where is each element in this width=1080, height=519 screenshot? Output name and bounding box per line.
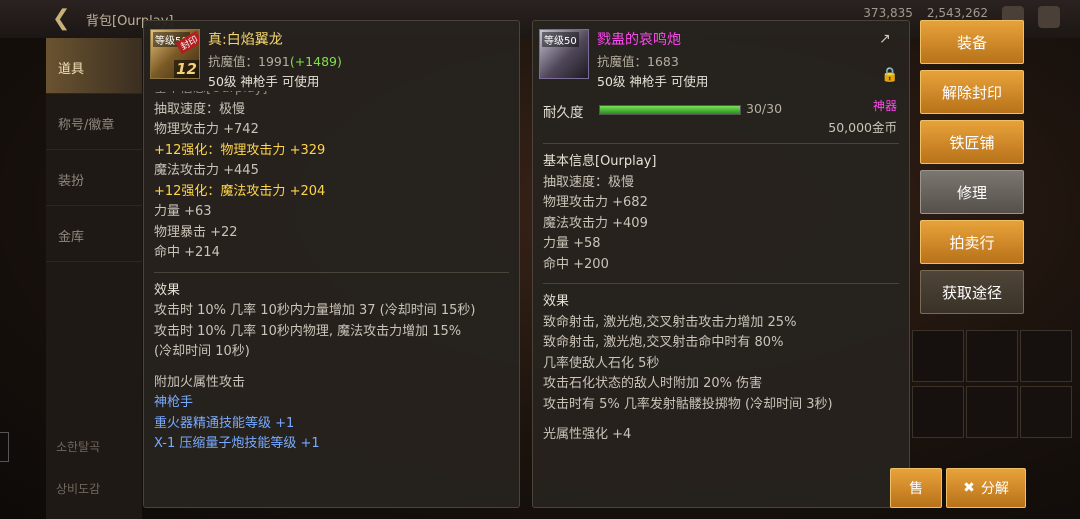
action-menu: 装备 解除封印 铁匠铺 修理 拍卖行 获取途径 <box>920 20 1024 320</box>
section-header-cut: 基本信息[Ourplay] <box>154 91 509 100</box>
obtain-source-button[interactable]: 获取途径 <box>920 270 1024 314</box>
inventory-slot[interactable] <box>966 330 1018 382</box>
durability-value: 30/30 <box>746 101 783 116</box>
durability-bar <box>599 105 741 115</box>
share-icon[interactable]: ↗ <box>879 31 891 47</box>
effect-title: 效果 <box>543 294 570 309</box>
tab-items[interactable]: 道具 <box>46 38 142 94</box>
effect-line: 攻击时有 5% 几率发射骷髅投掷物 (冷却时间 3秒) <box>543 396 833 412</box>
weapon-icon: 等级50 封印 12 <box>150 29 200 79</box>
stat-line-enhance: +12强化：物理攻击力 +329 <box>154 142 326 158</box>
sidebar-row-1[interactable]: 소한탈곡 <box>56 438 100 455</box>
effect-line: 致命射击, 激光炮,交叉射击命中时有 80% <box>543 335 784 350</box>
rarity-label: 神器 <box>872 99 897 113</box>
effect-line: 攻击时 10% 几率 10秒内物理, 魔法攻击力增加 15% <box>154 323 462 339</box>
auction-button[interactable]: 拍卖行 <box>920 220 1024 264</box>
settings-icon[interactable] <box>1038 6 1060 28</box>
equip-button[interactable]: 装备 <box>920 20 1024 64</box>
stat-line: 魔法攻击力 +409 <box>543 215 648 231</box>
item-name: 戮蛊的哀鸣炮 <box>597 32 681 48</box>
decompose-label: 分解 <box>980 481 1009 497</box>
inventory-slot[interactable] <box>912 386 964 438</box>
stat-line: 力量 +63 <box>154 204 212 219</box>
tab-avatar[interactable]: 装扮 <box>46 150 142 206</box>
effect-line: 攻击石化状态的敌人时附加 20% 伤害 <box>543 376 763 391</box>
item-name: 真:白焰翼龙 <box>208 32 283 48</box>
inventory-slot[interactable] <box>912 330 964 382</box>
item-details-scroll[interactable]: 基本信息[Ourplay] 抽取速度：极慢 物理攻击力 +682 魔法攻击力 +… <box>543 143 899 499</box>
resist-value: 抗魔值：1683 <box>597 54 679 69</box>
stat-line: 物理攻击力 +742 <box>154 122 259 137</box>
inventory-slot[interactable] <box>1020 330 1072 382</box>
item-header: 等级50 戮蛊的哀鸣炮 抗魔值：1683 50级 神枪手 可使用 ↗ 🔒 <box>539 29 899 91</box>
stat-line: 命中 +214 <box>154 245 220 260</box>
weapon-icon: 等级50 <box>539 29 589 79</box>
durability-row: 耐久度 30/30 神器 50,000金币 <box>543 99 903 145</box>
inventory-slot[interactable] <box>1020 386 1072 438</box>
resist-value: 抗魔值：1991(+1489) <box>208 51 342 70</box>
stat-line: 魔法攻击力 +445 <box>154 163 259 178</box>
stat-line: 物理攻击力 +682 <box>543 195 648 210</box>
inventory-slot[interactable] <box>966 386 1018 438</box>
divider <box>154 271 509 273</box>
lock-icon[interactable]: 🔒 <box>881 67 898 83</box>
stat-line: 命中 +200 <box>543 256 609 272</box>
repair-button[interactable]: 修理 <box>920 170 1024 214</box>
resist-label: 抗魔值：1991 <box>208 54 290 69</box>
stats-list: 抽取速度：极慢 物理攻击力 +742 +12强化：物理攻击力 +329 魔法攻击… <box>154 100 509 264</box>
class-name: 神枪手 <box>154 395 194 410</box>
item-requirement: 50级 神枪手 可使用 <box>208 74 320 89</box>
level-tag: 等级50 <box>542 32 579 47</box>
sell-label: 售 <box>909 481 923 497</box>
effect-line: 几率使敌人石化 5秒 <box>543 355 660 371</box>
skill-bonus: 重火器精通技能等级 +1 <box>154 415 295 431</box>
stat-line-enhance: +12强化：魔法攻击力 +204 <box>154 183 326 199</box>
blacksmith-button[interactable]: 铁匠铺 <box>920 120 1024 164</box>
durability-label: 耐久度 <box>543 105 584 121</box>
stat-line: 抽取速度：极慢 <box>154 101 246 117</box>
item-requirement: 50级 神枪手 可使用 <box>597 74 709 89</box>
item-header: 等级50 封印 12 真:白焰翼龙 抗魔值：1991(+1489) 50级 神枪… <box>150 29 510 91</box>
inventory-sidebar: 道具 称号/徽章 装扮 金库 소한탈곡 상비도감 <box>46 38 142 519</box>
unseal-button[interactable]: 解除封印 <box>920 70 1024 114</box>
enhance-badge: 12 <box>174 60 199 78</box>
effect-title: 效果 <box>154 282 181 298</box>
stat-line: 物理暴击 +22 <box>154 224 238 240</box>
sell-price: 50,000金币 <box>828 120 897 135</box>
effect-line: 攻击时 10% 几率 10秒内力量增加 37 (冷却时间 15秒) <box>154 303 476 318</box>
effect-line: 致命射击, 激光炮,交叉射击攻击力增加 25% <box>543 314 797 330</box>
divider <box>543 143 899 144</box>
tab-titles[interactable]: 称号/徽章 <box>46 94 142 150</box>
sidebar-row-2[interactable]: 상비도감 <box>56 480 100 497</box>
tab-vault[interactable]: 金库 <box>46 206 142 262</box>
back-arrow-icon[interactable]: ❮ <box>52 7 76 31</box>
decompose-icon: ✖ <box>963 480 975 496</box>
decompose-button[interactable]: ✖ 分解 <box>946 468 1026 508</box>
sell-button[interactable]: 售 <box>890 468 942 508</box>
selected-item-tooltip: 等级50 戮蛊的哀鸣炮 抗魔值：1683 50级 神枪手 可使用 ↗ 🔒 耐久度… <box>532 20 910 508</box>
resist-bonus: (+1489) <box>289 54 342 69</box>
equipped-item-tooltip: 等级50 封印 12 真:白焰翼龙 抗魔值：1991(+1489) 50级 神枪… <box>143 20 520 508</box>
item-details-scroll[interactable]: 基本信息[Ourplay] 抽取速度：极慢 物理攻击力 +742 +12强化：物… <box>154 91 509 499</box>
stat-line: 力量 +58 <box>543 236 601 251</box>
element-enhance: 光属性强化 +4 <box>543 427 632 442</box>
durability-fill <box>600 106 740 114</box>
skill-bonus: X-1 压缩量子炮技能等级 +1 <box>154 436 320 451</box>
stat-line: 抽取速度：极慢 <box>543 174 635 190</box>
basic-info-title: 基本信息[Ourplay] <box>543 154 657 169</box>
divider <box>543 283 899 284</box>
element-attack: 附加火属性攻击 <box>154 374 246 390</box>
effect-line: (冷却时间 10秒) <box>154 344 250 359</box>
side-edge-handle[interactable] <box>0 432 9 462</box>
